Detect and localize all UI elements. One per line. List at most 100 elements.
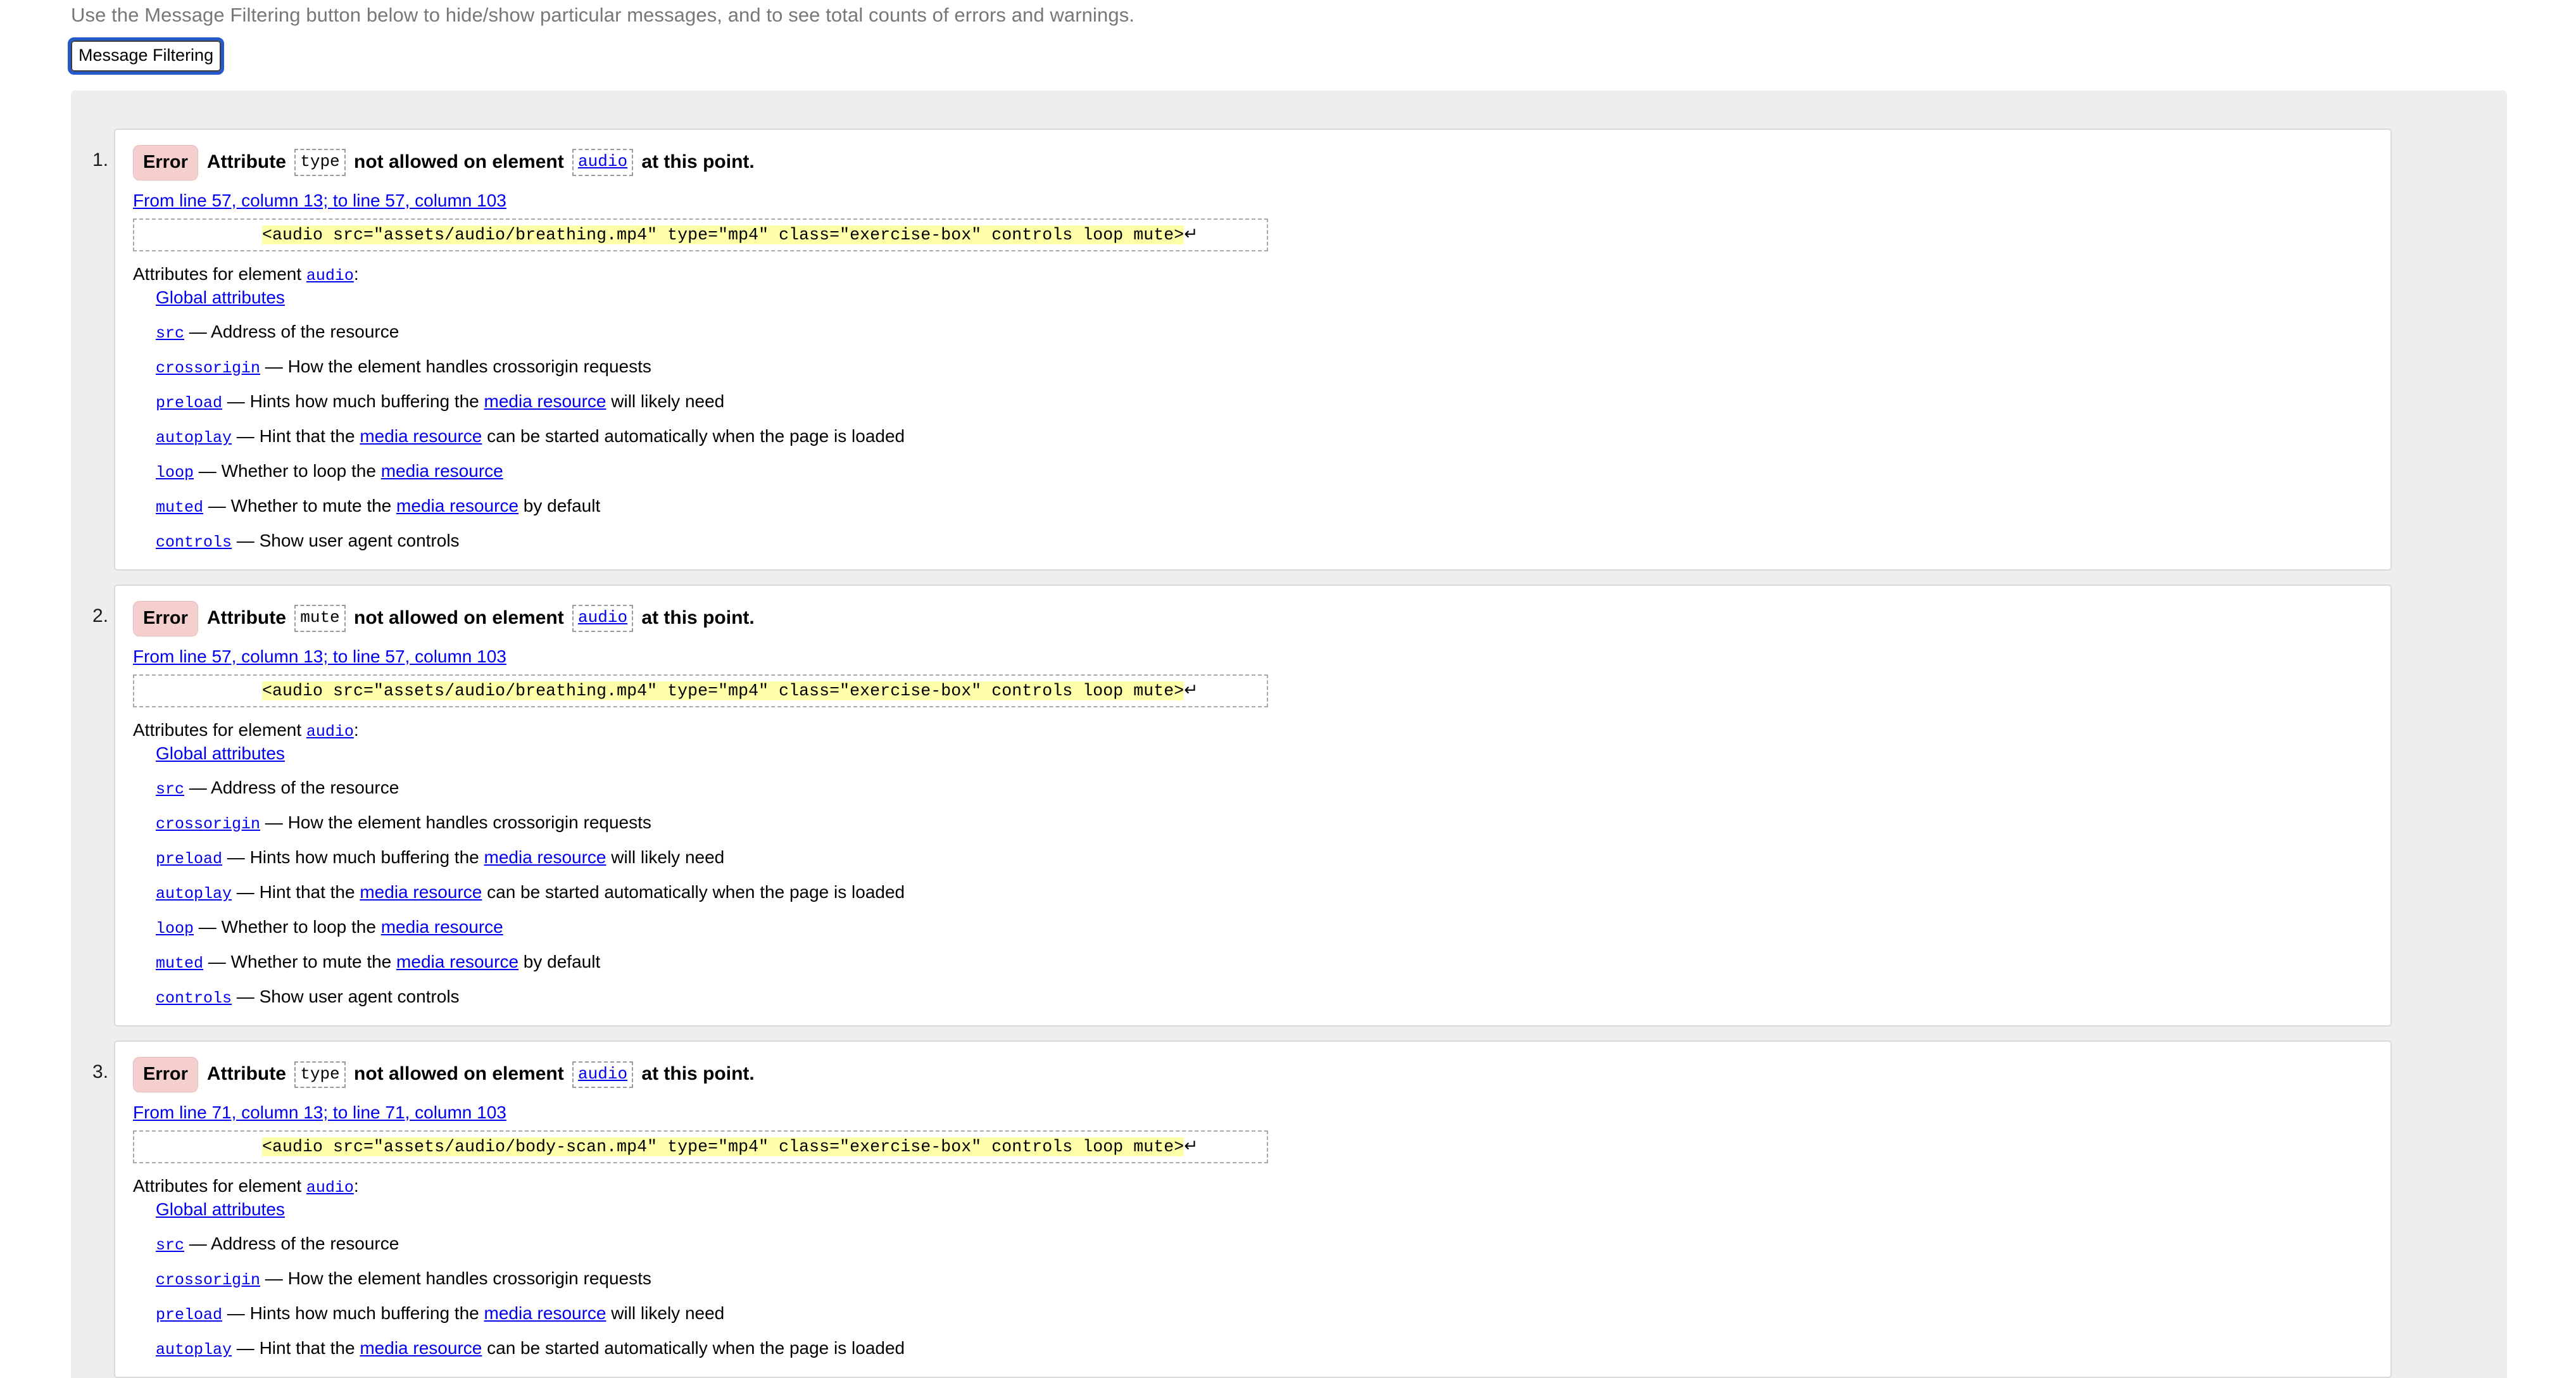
media-resource-link[interactable]: media resource [484,847,606,867]
media-resource-link[interactable]: media resource [360,882,482,902]
heading-text-middle: not allowed on element [348,151,570,172]
attribute-description-tail: by default [518,951,601,971]
attribute-description: — Address of the resource [184,321,399,341]
element-name-code: audio [572,605,634,632]
carriage-return-glyph: ↵ [1184,225,1198,244]
attribute-description-tail: will likely need [606,847,725,867]
list-item: crossorigin — How the element handles cr… [156,357,2373,377]
media-resource-link[interactable]: media resource [484,1303,606,1323]
heading-text-middle: not allowed on element [348,1063,570,1084]
attribute-link[interactable]: crossorigin [156,1271,260,1289]
attribute-description-tail: by default [518,495,601,515]
attribute-description: — Show user agent controls [232,530,460,550]
attribute-link[interactable]: controls [156,533,232,552]
attribute-link[interactable]: muted [156,498,203,517]
element-name-code: audio [572,149,634,176]
attribute-link[interactable]: preload [156,1306,222,1324]
status-badge: Error [133,600,198,636]
global-attributes-link[interactable]: Global attributes [156,743,285,763]
media-resource-link[interactable]: media resource [484,391,606,411]
extract-indent [141,681,262,700]
heading-text-after: at this point. [636,1063,755,1084]
message-heading: Error Attribute mute not allowed on eleme… [133,600,2373,636]
source-location-link[interactable]: From line 57, column 13; to line 57, col… [133,647,506,667]
attribute-link[interactable]: src [156,324,184,343]
attribute-description: — Hint that the [232,882,360,902]
attribute-description-tail: will likely need [606,391,725,411]
media-resource-link[interactable]: media resource [381,461,503,481]
attribute-link[interactable]: muted [156,954,203,973]
attributes-intro-suffix: : [353,1175,359,1196]
attributes-intro-suffix: : [353,719,359,740]
attribute-link[interactable]: crossorigin [156,359,260,377]
element-spec-link[interactable]: audio [578,608,627,627]
message-filtering-container: Message Filtering [0,27,2576,75]
list-item: src — Address of the resource [156,1234,2373,1255]
element-spec-link[interactable]: audio [306,723,354,741]
attribute-link[interactable]: loop [156,920,194,938]
list-item: muted — Whether to mute the media resour… [156,951,2373,973]
list-item: preload — Hints how much buffering the m… [156,1303,2373,1324]
source-extract: <audio src="assets/audio/breathing.mp4" … [133,674,1268,707]
list-item: autoplay — Hint that the media resource … [156,883,2373,902]
element-spec-link[interactable]: audio [306,1179,354,1197]
extract-indent [141,1137,262,1156]
media-resource-link[interactable]: media resource [396,496,518,515]
attributes-intro: Attributes for element audio: [133,720,2373,741]
element-spec-link[interactable]: audio [578,1065,627,1084]
attributes-intro-suffix: : [353,263,359,284]
global-attributes-link[interactable]: Global attributes [156,1199,285,1219]
element-spec-link[interactable]: audio [306,267,354,285]
attribute-link[interactable]: src [156,1236,184,1255]
media-resource-link[interactable]: media resource [360,1338,482,1358]
message-list: Error Attribute type not allowed on eleme… [71,91,2507,1378]
media-resource-link[interactable]: media resource [381,917,503,937]
attribute-description: — Address of the resource [184,777,399,797]
attribute-link[interactable]: autoplay [156,429,232,447]
attributes-list: Global attributes src — Address of the re… [133,743,2373,1008]
element-spec-link[interactable]: audio [578,152,627,171]
source-extract: <audio src="assets/audio/breathing.mp4" … [133,218,1268,251]
message-item: Error Attribute mute not allowed on eleme… [71,584,2507,1027]
carriage-return-glyph: ↵ [1184,1137,1198,1156]
attribute-description-tail: will likely need [606,1303,725,1323]
message-item: Error Attribute type not allowed on eleme… [71,1040,2507,1378]
global-attributes-link[interactable]: Global attributes [156,288,285,307]
message-heading: Error Attribute type not allowed on eleme… [133,144,2373,180]
attributes-intro: Attributes for element audio: [133,1176,2373,1197]
attribute-description: — Show user agent controls [232,986,460,1006]
media-resource-link[interactable]: media resource [396,952,518,971]
attribute-description: — Hints how much buffering the [222,847,484,867]
media-resource-link[interactable]: media resource [360,426,482,446]
list-item: loop — Whether to loop the media resourc… [156,918,2373,937]
source-location-link[interactable]: From line 57, column 13; to line 57, col… [133,191,506,211]
list-item: src — Address of the resource [156,777,2373,799]
list-item: controls — Show user agent controls [156,986,2373,1008]
list-item: Global attributes [156,1199,2373,1219]
source-location-link[interactable]: From line 71, column 13; to line 71, col… [133,1103,506,1123]
attribute-link[interactable]: preload [156,850,222,868]
message-filtering-button[interactable]: Message Filtering [67,37,225,75]
extract-highlight: <audio src="assets/audio/body-scan.mp4" … [262,1137,1184,1156]
heading-text-middle: not allowed on element [348,607,570,628]
heading-text-after: at this point. [636,151,755,172]
attribute-link[interactable]: loop [156,464,194,482]
attribute-description-tail: can be started automatically when the pa… [482,1337,905,1358]
list-item: preload — Hints how much buffering the m… [156,391,2373,412]
extract-highlight: <audio src="assets/audio/breathing.mp4" … [262,681,1184,700]
attribute-link[interactable]: controls [156,989,232,1008]
attribute-description: — How the element handles crossorigin re… [260,812,651,832]
status-badge: Error [133,1056,198,1092]
attribute-link[interactable]: preload [156,394,222,412]
message-card: Error Attribute mute not allowed on eleme… [114,584,2392,1027]
extract-highlight: <audio src="assets/audio/breathing.mp4" … [262,225,1184,244]
attribute-link[interactable]: autoplay [156,885,232,903]
attributes-intro: Attributes for element audio: [133,264,2373,285]
attribute-link[interactable]: crossorigin [156,815,260,833]
attribute-description: — Whether to mute the [203,495,397,515]
attribute-link[interactable]: src [156,780,184,799]
element-name-code: audio [572,1061,634,1089]
attribute-description: — Hint that the [232,1337,360,1358]
list-item: muted — Whether to mute the media resour… [156,495,2373,517]
attribute-link[interactable]: autoplay [156,1341,232,1359]
